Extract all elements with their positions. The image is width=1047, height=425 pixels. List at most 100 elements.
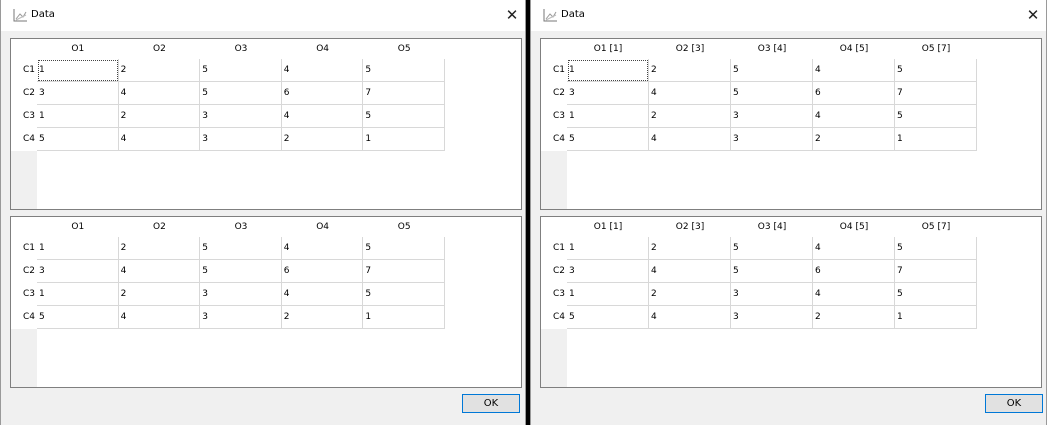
column-header[interactable]: O3 [4] [731,39,813,59]
row-header[interactable]: C2 [11,82,37,105]
table-cell[interactable]: 1 [567,59,649,82]
table-cell[interactable]: 3 [200,306,282,329]
data-grid-bottom[interactable]: O1 [1] O2 [3] O3 [4] O4 [5] O5 [7] C1 1 2 5 4 5 C2 3… [540,216,1042,388]
table-cell[interactable]: 2 [649,59,731,82]
table-cell[interactable]: 5 [200,260,282,283]
table-cell[interactable]: 2 [649,105,731,128]
column-header[interactable]: O3 [200,39,282,59]
table-cell[interactable]: 5 [567,306,649,329]
column-header[interactable]: O1 [37,39,119,59]
table-cell[interactable]: 4 [813,105,895,128]
table-cell[interactable]: 5 [200,59,282,82]
table-cell[interactable]: 5 [200,237,282,260]
table-cell[interactable]: 7 [363,260,445,283]
row-header[interactable]: C3 [541,283,567,306]
close-button[interactable]: ✕ [1022,4,1044,26]
table-cell[interactable]: 1 [567,237,649,260]
row-header[interactable]: C2 [541,82,567,105]
data-grid-bottom[interactable]: O1 O2 O3 O4 O5 C1 1 2 5 4 5 C2 3 4 5 6 7 C3 1 2 3 4 5 C4 5 4 3 2 1 [10,216,522,388]
row-header[interactable]: C4 [541,306,567,329]
table-cell[interactable]: 4 [118,260,201,283]
table-cell[interactable]: 7 [363,82,445,105]
column-header[interactable]: O2 [3] [649,217,731,237]
data-grid-top[interactable]: O1 [1] O2 [3] O3 [4] O4 [5] O5 [7] C1 1 2 5 4 5 C2 3… [540,38,1042,210]
table-cell[interactable]: 1 [37,59,119,82]
table-cell[interactable]: 4 [118,82,201,105]
table-cell[interactable]: 3 [200,105,282,128]
column-header[interactable]: O5 [7] [895,39,977,59]
row-header[interactable]: C1 [11,237,37,260]
table-cell[interactable]: 5 [363,59,445,82]
table-cell[interactable]: 2 [118,59,201,82]
table-cell[interactable]: 5 [895,59,977,82]
table-cell[interactable]: 2 [281,306,364,329]
table-cell[interactable]: 5 [567,128,649,151]
table-cell[interactable]: 2 [118,237,201,260]
table-cell[interactable]: 5 [363,283,445,306]
table-cell[interactable]: 5 [200,82,282,105]
close-button[interactable]: ✕ [501,4,523,26]
table-cell[interactable]: 3 [37,260,119,283]
table-cell[interactable]: 3 [731,306,813,329]
column-header[interactable]: O4 [281,39,364,59]
table-cell[interactable]: 6 [813,82,895,105]
table-cell[interactable]: 4 [813,237,895,260]
table-cell[interactable]: 1 [567,105,649,128]
row-header[interactable]: C4 [11,128,37,151]
table-cell[interactable]: 4 [649,128,731,151]
table-cell[interactable]: 2 [118,105,201,128]
table-cell[interactable]: 3 [200,128,282,151]
table-cell[interactable]: 5 [731,260,813,283]
column-header[interactable]: O1 [37,217,119,237]
row-header[interactable]: C2 [541,260,567,283]
ok-button[interactable]: OK [462,394,520,413]
row-header[interactable]: C1 [11,59,37,82]
table-cell[interactable]: 4 [281,237,364,260]
table-cell[interactable]: 5 [895,237,977,260]
table-cell[interactable]: 6 [813,260,895,283]
table-cell[interactable]: 3 [37,82,119,105]
column-header[interactable]: O4 [281,217,364,237]
column-header[interactable]: O2 [3] [649,39,731,59]
table-cell[interactable]: 2 [281,128,364,151]
table-cell[interactable]: 4 [649,260,731,283]
table-cell[interactable]: 5 [731,237,813,260]
column-header[interactable]: O3 [4] [731,217,813,237]
table-cell[interactable]: 5 [895,283,977,306]
table-cell[interactable]: 4 [813,283,895,306]
table-cell[interactable]: 2 [813,306,895,329]
table-cell[interactable]: 1 [567,283,649,306]
table-cell[interactable]: 2 [649,237,731,260]
table-cell[interactable]: 4 [118,128,201,151]
table-cell[interactable]: 5 [731,59,813,82]
table-cell[interactable]: 3 [567,260,649,283]
table-cell[interactable]: 3 [200,283,282,306]
row-header[interactable]: C1 [541,237,567,260]
row-header[interactable]: C3 [11,105,37,128]
table-cell[interactable]: 1 [37,237,119,260]
row-header[interactable]: C4 [11,306,37,329]
table-cell[interactable]: 1 [895,306,977,329]
table-cell[interactable]: 1 [37,283,119,306]
row-header[interactable]: C3 [541,105,567,128]
column-header[interactable]: O2 [118,39,201,59]
table-cell[interactable]: 4 [649,82,731,105]
table-cell[interactable]: 5 [37,128,119,151]
table-cell[interactable]: 3 [567,82,649,105]
table-cell[interactable]: 7 [895,82,977,105]
table-cell[interactable]: 1 [363,128,445,151]
table-cell[interactable]: 6 [281,260,364,283]
table-cell[interactable]: 5 [363,105,445,128]
table-cell[interactable]: 1 [37,105,119,128]
row-header[interactable]: C4 [541,128,567,151]
table-cell[interactable]: 2 [118,283,201,306]
data-grid-top[interactable]: O1 O2 O3 O4 O5 C1 1 2 5 4 5 C2 3 4 5 6 7 C3 1 2 3 4 5 C4 5 4 3 2 1 [10,38,522,210]
column-header[interactable]: O5 [363,217,445,237]
table-cell[interactable]: 2 [813,128,895,151]
table-cell[interactable]: 5 [37,306,119,329]
table-cell[interactable]: 4 [281,105,364,128]
table-cell[interactable]: 6 [281,82,364,105]
column-header[interactable]: O5 [7] [895,217,977,237]
table-cell[interactable]: 3 [731,105,813,128]
ok-button[interactable]: OK [985,394,1043,413]
